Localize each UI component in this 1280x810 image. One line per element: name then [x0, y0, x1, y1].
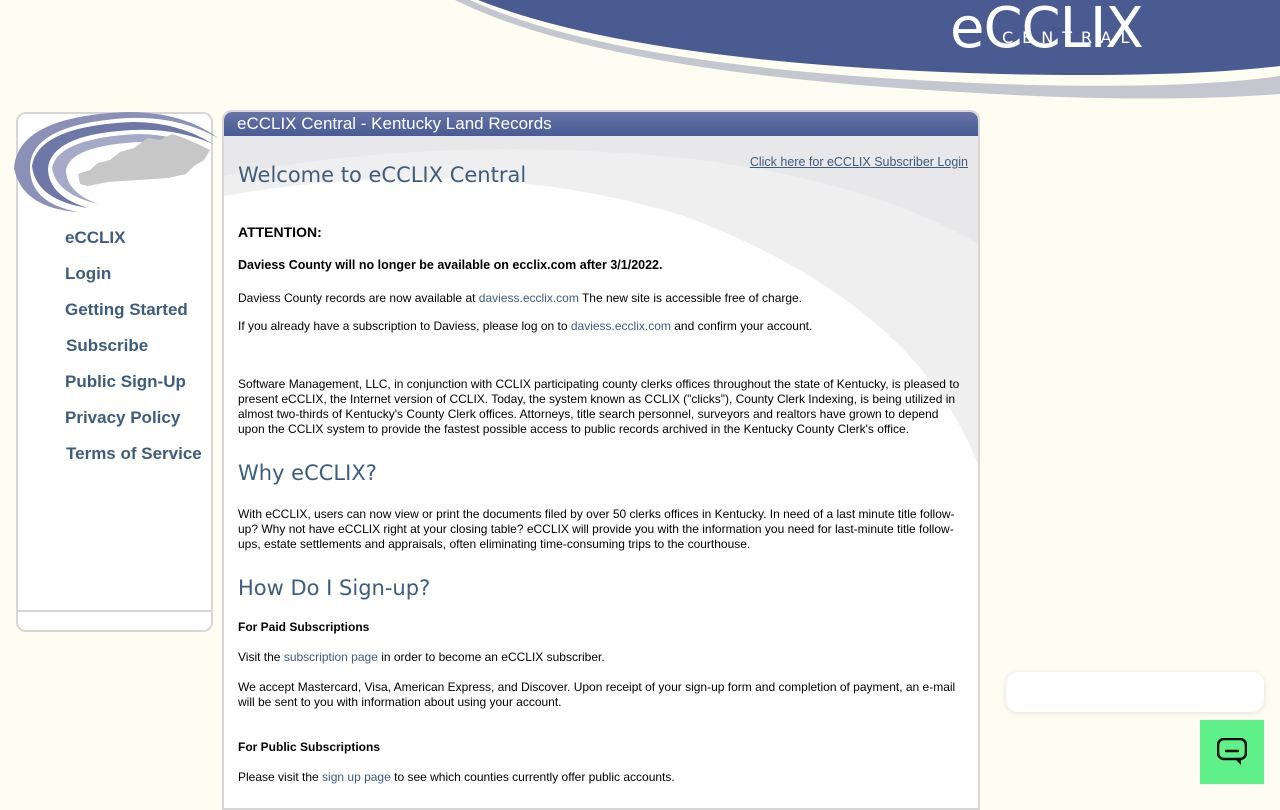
paid-subscriptions-label: For Paid Subscriptions — [238, 620, 370, 634]
public-visit-text: Please visit the sign up page to see whi… — [238, 770, 963, 785]
attention-label: ATTENTION: — [238, 224, 322, 240]
nav-item-privacy-policy[interactable]: Privacy Policy — [65, 408, 202, 444]
ecclix-logo[interactable]: eCCLIX CENTRAL — [950, 0, 1180, 66]
daviess-login-link[interactable]: daviess.ecclix.com — [571, 319, 671, 333]
sidebar-footer — [18, 610, 211, 630]
sign-up-page-link[interactable]: sign up page — [322, 770, 391, 784]
why-title: Why eCCLIX? — [238, 461, 377, 485]
subscription-page-link[interactable]: subscription page — [284, 650, 378, 664]
nav-item-subscribe[interactable]: Subscribe — [65, 336, 202, 372]
chat-popup-bubble[interactable] — [1006, 672, 1264, 712]
nav-item-public-sign-up[interactable]: Public Sign-Up — [65, 372, 202, 408]
text-span: in order to become an eCCLIX subscriber. — [377, 650, 605, 664]
nav-item-terms-of-service[interactable]: Terms of Service — [65, 444, 202, 480]
public-subscriptions-label: For Public Subscriptions — [238, 740, 381, 754]
kentucky-map-icon — [14, 112, 218, 212]
text-span: Visit the — [238, 650, 284, 664]
nav-item-login[interactable]: Login — [65, 264, 202, 300]
text-span: and confirm your account. — [670, 319, 813, 333]
why-paragraph: With eCCLIX, users can now view or print… — [238, 507, 955, 551]
paid-visit-text: Visit the subscription page in order to … — [238, 650, 963, 665]
nav-item-getting-started[interactable]: Getting Started — [65, 300, 202, 336]
text-span: If you already have a subscription to Da… — [238, 319, 571, 333]
welcome-title: Welcome to eCCLIX Central — [238, 163, 527, 187]
text-span: to see which counties currently offer pu… — [390, 770, 675, 784]
text-span: Daviess County records are now available… — [238, 291, 479, 305]
text-span: The new site is accessible free of charg… — [578, 291, 803, 305]
daviess-notice: Daviess County will no longer be availab… — [238, 258, 663, 272]
intro-paragraph: Software Management, LLC, in conjunction… — [238, 377, 960, 436]
chat-launcher-button[interactable] — [1200, 720, 1264, 784]
logo-sub-text: CENTRAL — [1002, 28, 1139, 47]
daviess-records-text: Daviess County records are now available… — [238, 291, 963, 306]
panel-header-title: eCCLIX Central - Kentucky Land Records — [224, 112, 978, 136]
daviess-link[interactable]: daviess.ecclix.com — [479, 291, 579, 305]
payment-paragraph: We accept Mastercard, Visa, American Exp… — [238, 680, 956, 709]
subscriber-login-link[interactable]: Click here for eCCLIX Subscriber Login — [750, 155, 968, 170]
chat-bubble-icon — [1217, 738, 1247, 765]
nav-item-ecclix[interactable]: eCCLIX — [65, 228, 202, 264]
sidebar-nav: eCCLIX Login Getting Started Subscribe P… — [65, 228, 202, 480]
daviess-subscription-text: If you already have a subscription to Da… — [238, 319, 963, 334]
signup-title: How Do I Sign-up? — [238, 576, 431, 600]
text-span: Please visit the — [238, 770, 323, 784]
main-panel: eCCLIX Central - Kentucky Land Records C… — [222, 110, 980, 810]
